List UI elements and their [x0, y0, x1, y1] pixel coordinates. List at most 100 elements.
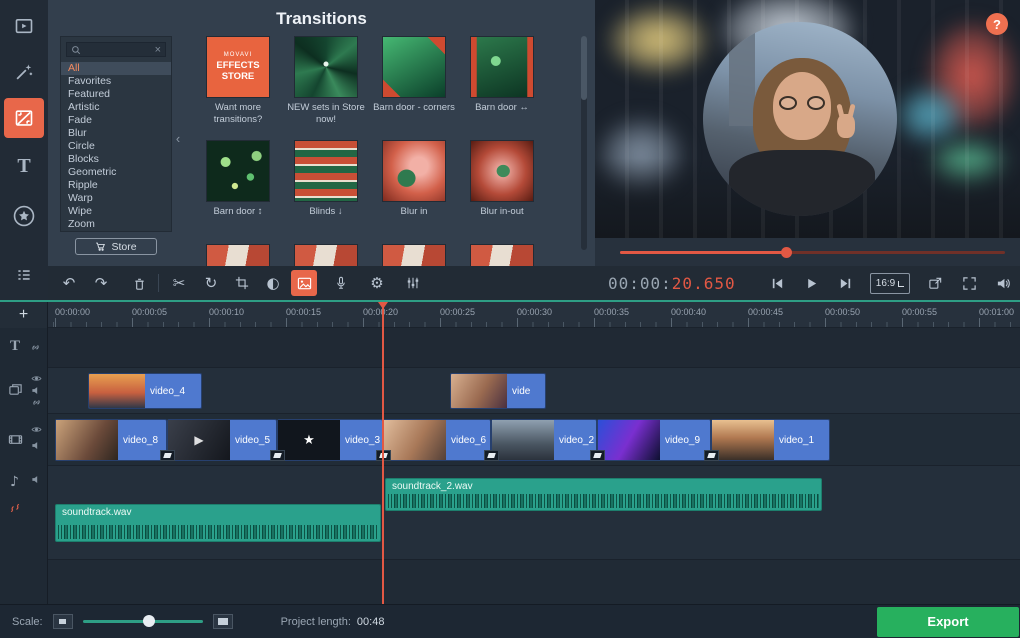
- fullscreen-button[interactable]: [956, 270, 982, 296]
- video-clip[interactable]: video_1: [711, 419, 830, 461]
- transition-tile[interactable]: Blinds ↓: [282, 140, 370, 244]
- audio-clip[interactable]: soundtrack_2.wav: [385, 478, 822, 511]
- help-button[interactable]: ?: [986, 13, 1008, 35]
- category-fade[interactable]: Fade: [61, 114, 171, 127]
- record-voice-button[interactable]: [328, 270, 354, 296]
- video-clip[interactable]: video_3: [277, 419, 383, 461]
- scrollbar-thumb[interactable]: [581, 36, 587, 100]
- sidebar-item-titles[interactable]: T: [4, 146, 44, 186]
- category-featured[interactable]: Featured: [61, 88, 171, 101]
- category-zoom[interactable]: Zoom: [61, 218, 171, 231]
- video-clip[interactable]: video_2: [491, 419, 597, 461]
- transition-tile-partial[interactable]: [458, 244, 546, 266]
- previous-frame-button[interactable]: [764, 270, 790, 296]
- sidebar-item-transitions[interactable]: [4, 98, 44, 138]
- audio-track-lane[interactable]: soundtrack_2.wavsoundtrack.wav: [0, 466, 1020, 560]
- category-blur[interactable]: Blur: [61, 127, 171, 140]
- category-artistic[interactable]: Artistic: [61, 101, 171, 114]
- image-tool-button[interactable]: [291, 270, 317, 296]
- seek-handle[interactable]: [781, 247, 792, 258]
- mute-track-icon[interactable]: [31, 440, 42, 451]
- category-favorites[interactable]: Favorites: [61, 75, 171, 88]
- eye-icon[interactable]: [31, 373, 42, 384]
- color-adjust-button[interactable]: ◐: [260, 270, 286, 296]
- overlay-track-header[interactable]: [0, 368, 48, 414]
- clear-search-icon[interactable]: ×: [155, 44, 161, 56]
- collapse-panel-arrow[interactable]: ‹: [172, 118, 184, 158]
- transition-tile[interactable]: MOVAVIEFFECTSSTOREWant more transitions?: [194, 36, 282, 140]
- scale-slider-handle[interactable]: [143, 615, 155, 627]
- split-clip-button[interactable]: ✂: [166, 270, 192, 296]
- playhead[interactable]: [382, 302, 384, 604]
- zoom-in-button[interactable]: [213, 614, 233, 629]
- aspect-ratio-button[interactable]: 16:9: [870, 273, 910, 294]
- panel-title: Transitions: [48, 9, 595, 29]
- titles-track-header[interactable]: T: [0, 328, 48, 368]
- crop-button[interactable]: [229, 270, 255, 296]
- audio-clip[interactable]: soundtrack.wav: [55, 504, 381, 542]
- transition-tile[interactable]: Barn door ↕: [194, 140, 282, 244]
- transition-badge[interactable]: [270, 450, 285, 461]
- titles-track-lane[interactable]: [0, 328, 1020, 368]
- search-input[interactable]: ×: [66, 42, 166, 57]
- store-button[interactable]: Store: [75, 238, 157, 255]
- category-ripple[interactable]: Ripple: [61, 179, 171, 192]
- category-wipe[interactable]: Wipe: [61, 205, 171, 218]
- sidebar-item-media[interactable]: [4, 6, 44, 46]
- audio-track-header[interactable]: ♪: [0, 466, 48, 560]
- transition-badge[interactable]: [160, 450, 175, 461]
- video-clip[interactable]: video_9: [597, 419, 711, 461]
- transition-tile[interactable]: Barn door - corners: [370, 36, 458, 140]
- redo-button[interactable]: ↷: [88, 270, 114, 296]
- audio-levels-button[interactable]: [400, 270, 426, 296]
- sidebar-item-tracks-menu[interactable]: [4, 258, 44, 292]
- zoom-out-button[interactable]: [53, 614, 73, 629]
- seek-bar[interactable]: [620, 251, 1005, 254]
- category-circle[interactable]: Circle: [61, 140, 171, 153]
- transition-tile[interactable]: Blur in: [370, 140, 458, 244]
- delete-button[interactable]: [126, 270, 152, 296]
- category-warp[interactable]: Warp: [61, 192, 171, 205]
- link-icon[interactable]: [31, 397, 42, 408]
- transition-tile[interactable]: Blur in-out: [458, 140, 546, 244]
- overlay-track-lane[interactable]: video_4 vide: [0, 368, 1020, 414]
- play-button[interactable]: [798, 270, 824, 296]
- undo-button[interactable]: ↶: [56, 270, 82, 296]
- overlay-clip[interactable]: vide: [450, 373, 546, 409]
- category-blocks[interactable]: Blocks: [61, 153, 171, 166]
- capture-frame-button[interactable]: [922, 270, 948, 296]
- sidebar-item-filters[interactable]: [4, 52, 44, 92]
- next-frame-button[interactable]: [832, 270, 858, 296]
- transition-badge[interactable]: [704, 450, 719, 461]
- volume-button[interactable]: [990, 270, 1016, 296]
- transition-tile-partial[interactable]: [370, 244, 458, 266]
- transition-tile[interactable]: NEW sets in Store now!: [282, 36, 370, 140]
- sidebar-item-stickers[interactable]: [4, 196, 44, 236]
- export-button[interactable]: Export: [877, 607, 1019, 637]
- empty-timeline-area[interactable]: [0, 560, 1020, 604]
- overlay-clip[interactable]: video_4: [88, 373, 202, 409]
- rotate-button[interactable]: ↻: [198, 270, 224, 296]
- mute-track-icon[interactable]: [31, 474, 42, 485]
- category-geometric[interactable]: Geometric: [61, 166, 171, 179]
- video-clip[interactable]: video_5: [167, 419, 277, 461]
- video-track-header[interactable]: [0, 414, 48, 466]
- transition-tile-partial[interactable]: [194, 244, 282, 266]
- video-clip[interactable]: video_8: [55, 419, 167, 461]
- eye-icon[interactable]: [31, 424, 42, 435]
- category-all[interactable]: All: [61, 62, 171, 75]
- mute-track-icon[interactable]: [31, 385, 42, 396]
- transitions-scrollbar[interactable]: [581, 36, 587, 250]
- transition-badge[interactable]: [484, 450, 499, 461]
- video-track-lane[interactable]: video_8video_5video_3video_6video_2video…: [0, 414, 1020, 466]
- link-icon[interactable]: [30, 342, 41, 353]
- add-track-button[interactable]: +: [0, 302, 48, 328]
- transition-badge[interactable]: [590, 450, 605, 461]
- unlink-icon[interactable]: [9, 502, 21, 514]
- scale-slider[interactable]: [83, 620, 203, 623]
- transition-tile[interactable]: Barn door ↔: [458, 36, 546, 140]
- timeline-ruler[interactable]: 00:00:0000:00:0500:00:1000:00:1500:00:20…: [48, 302, 1020, 328]
- clip-properties-button[interactable]: ⚙: [364, 270, 390, 296]
- transition-tile-partial[interactable]: [282, 244, 370, 266]
- video-clip[interactable]: video_6: [383, 419, 491, 461]
